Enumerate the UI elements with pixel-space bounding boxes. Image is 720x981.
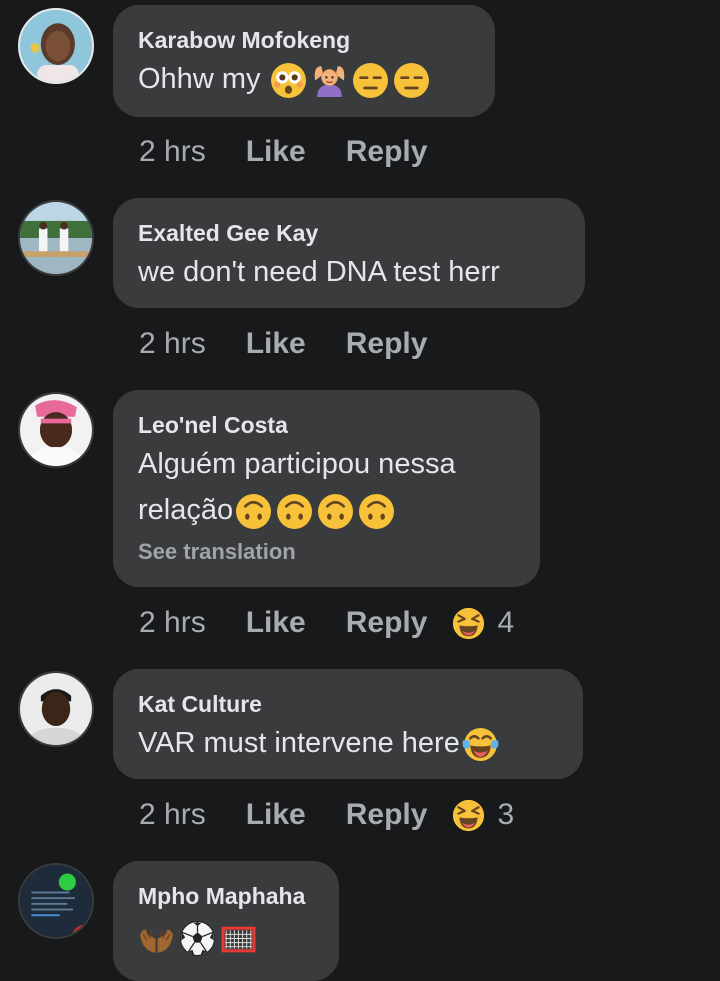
comment-text	[138, 914, 314, 960]
profile-photo-icon	[20, 865, 92, 937]
comment-text: Ohhw my	[138, 56, 470, 102]
avatar[interactable]	[18, 200, 94, 276]
like-button[interactable]: Like	[246, 798, 306, 832]
comment-text-line: Alguém participou nessa	[138, 448, 456, 480]
comment-bubble: Kat Culture VAR must intervene here	[113, 669, 583, 779]
like-button[interactable]: Like	[246, 606, 306, 640]
expressionless-face-icon	[352, 62, 389, 99]
upside-down-face-icon	[276, 493, 313, 530]
goal-net-icon	[220, 920, 257, 957]
avatar[interactable]	[18, 8, 94, 84]
like-button[interactable]: Like	[246, 135, 306, 169]
avatar[interactable]	[18, 392, 94, 468]
expressionless-face-icon	[393, 62, 430, 99]
reply-button[interactable]: Reply	[346, 798, 428, 832]
reaction-count: 4	[497, 606, 515, 639]
person-gesturing-ok-icon	[311, 62, 348, 99]
author-name[interactable]: Leo'nel Costa	[138, 412, 515, 438]
profile-photo-icon	[20, 10, 92, 82]
comment-text: we don't need DNA test herr	[138, 256, 500, 288]
reply-button[interactable]: Reply	[346, 135, 428, 169]
comment-actions: 2 hrs Like Reply	[139, 324, 427, 364]
avatar[interactable]	[18, 671, 94, 747]
timestamp[interactable]: 2 hrs	[139, 135, 206, 169]
timestamp[interactable]: 2 hrs	[139, 327, 206, 361]
comment-bubble: Leo'nel Costa Alguém participou nessa re…	[113, 390, 540, 587]
profile-photo-icon	[20, 202, 92, 274]
timestamp[interactable]: 2 hrs	[139, 798, 206, 832]
comment-text-content: VAR must intervene here	[138, 727, 460, 759]
profile-photo-icon	[20, 394, 92, 466]
upside-down-face-icon	[317, 493, 354, 530]
reply-button[interactable]: Reply	[346, 606, 428, 640]
author-name[interactable]: Mpho Maphaha	[138, 883, 314, 909]
author-name[interactable]: Kat Culture	[138, 691, 558, 717]
reaction-summary[interactable]: 4	[452, 606, 514, 640]
face-with-tears-of-joy-icon	[462, 726, 499, 763]
reaction-count: 3	[497, 798, 515, 831]
palms-up-together-icon	[138, 920, 175, 957]
comment-bubble: Karabow Mofokeng Ohhw my	[113, 5, 495, 117]
author-name[interactable]: Karabow Mofokeng	[138, 27, 470, 53]
reply-button[interactable]: Reply	[346, 327, 428, 361]
comment-actions: 2 hrs Like Reply	[139, 132, 427, 172]
comment-bubble: Exalted Gee Kay we don't need DNA test h…	[113, 198, 585, 308]
laughing-squinting-face-icon	[453, 607, 485, 639]
author-name[interactable]: Exalted Gee Kay	[138, 220, 560, 246]
soccer-ball-icon	[179, 920, 216, 957]
comment-text-content: relação	[138, 494, 234, 526]
comment-text-content: Ohhw my	[138, 63, 261, 95]
flushed-face-icon	[270, 62, 307, 99]
upside-down-face-icon	[358, 493, 395, 530]
comment-actions: 2 hrs Like Reply 4	[139, 603, 514, 643]
see-translation-link[interactable]: See translation	[138, 539, 515, 565]
timestamp[interactable]: 2 hrs	[139, 606, 206, 640]
reaction-summary[interactable]: 3	[452, 798, 514, 832]
comment-text-line: relação	[138, 487, 515, 533]
comment-actions: 2 hrs Like Reply 3	[139, 795, 514, 835]
upside-down-face-icon	[235, 493, 272, 530]
avatar[interactable]	[18, 863, 94, 939]
laughing-squinting-face-icon	[453, 799, 485, 831]
comment-text: VAR must intervene here	[138, 720, 558, 766]
comment-bubble: Mpho Maphaha	[113, 861, 339, 981]
like-button[interactable]: Like	[246, 327, 306, 361]
profile-photo-icon	[20, 673, 92, 745]
